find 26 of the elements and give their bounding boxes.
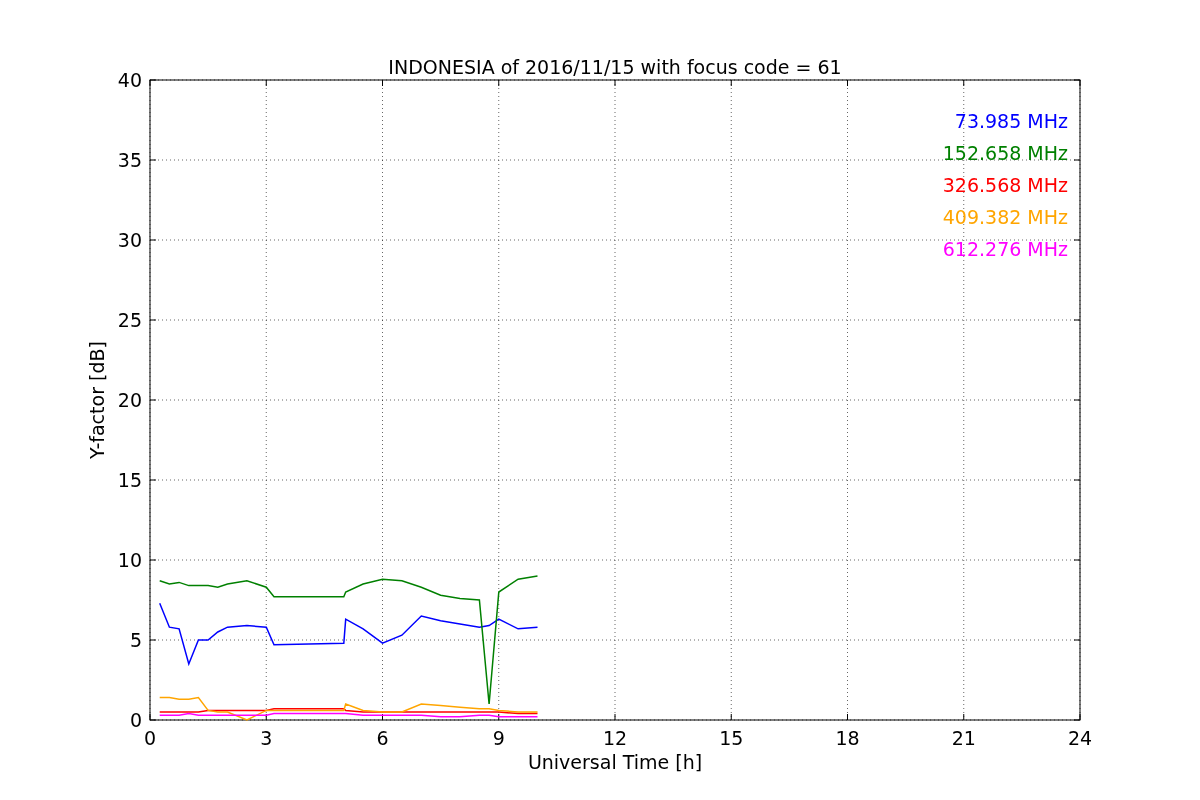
- y-tick-label: 20: [117, 389, 142, 411]
- y-tick-label: 25: [117, 309, 142, 331]
- y-tick-label: 5: [129, 629, 142, 651]
- x-tick-label: 15: [719, 727, 744, 749]
- chart-title: INDONESIA of 2016/11/15 with focus code = 61: [388, 56, 842, 78]
- y-axis-label: Y-factor [dB]: [86, 341, 108, 459]
- x-tick-label: 6: [376, 727, 389, 749]
- legend-label: 409.382 MHz: [942, 206, 1068, 228]
- y-tick-label: 30: [117, 229, 142, 251]
- x-axis-label: Universal Time [h]: [527, 751, 703, 773]
- x-tick-label: 12: [602, 727, 628, 749]
- legend-label: 73.985 MHz: [954, 110, 1068, 132]
- x-tick-label: 9: [492, 727, 505, 749]
- y-tick-label: 10: [117, 549, 142, 571]
- y-tick-label: 15: [117, 469, 142, 491]
- x-tick-label: 24: [1067, 727, 1093, 749]
- y-tick-label: 35: [117, 149, 142, 171]
- x-tick-label: 21: [951, 727, 976, 749]
- legend-label: 326.568 MHz: [942, 174, 1068, 196]
- x-tick-label: 0: [143, 727, 157, 749]
- legend-label: 612.276 MHz: [942, 238, 1068, 260]
- legend-label: 152.658 MHz: [942, 142, 1068, 164]
- y-tick-label: 40: [117, 69, 142, 91]
- x-tick-label: 18: [835, 727, 860, 749]
- x-tick-label: 3: [260, 727, 273, 749]
- y-tick-label: 0: [129, 709, 142, 731]
